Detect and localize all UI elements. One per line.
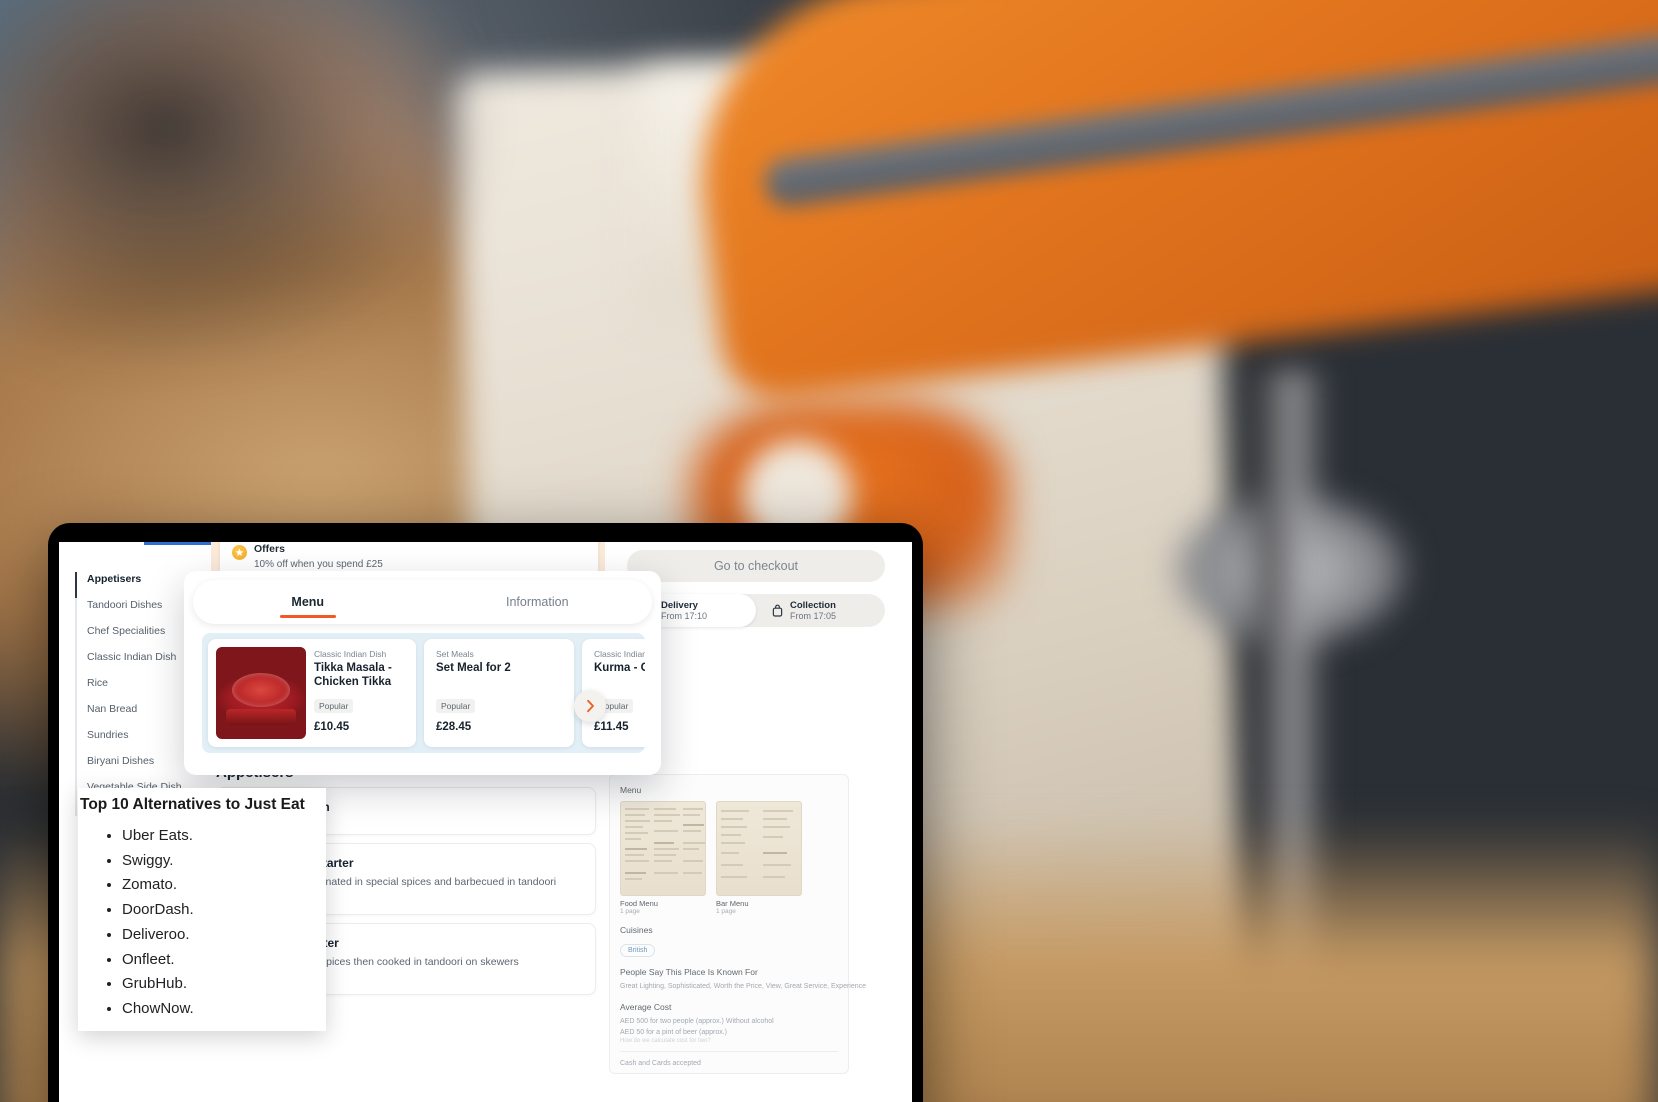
snippet-title: Top 10 Alternatives to Just Eat <box>80 796 305 813</box>
menu-card-tabs[interactable]: Menu Information <box>193 580 652 624</box>
cuisine-chip-british[interactable]: British <box>620 944 656 957</box>
info-heading-cuisines: Cuisines <box>620 925 653 935</box>
item-badge: Popular <box>314 699 354 713</box>
go-to-checkout-button[interactable]: Go to checkout <box>627 550 885 582</box>
bar-menu-page-image <box>716 801 802 896</box>
tab-label: Information <box>505 595 569 609</box>
tab-information[interactable]: Information <box>423 580 653 624</box>
list-item[interactable]: Deliveroo. <box>122 923 194 948</box>
collection-label: Collection <box>790 599 836 611</box>
collection-time: From 17:05 <box>790 610 837 621</box>
item-price: £11.45 <box>594 721 629 733</box>
tab-menu[interactable]: Menu <box>193 580 423 624</box>
item-category: Classic Indian Dish <box>594 649 645 659</box>
restaurant-info-panel: Menu Food Menu 1 page Bar Menu 1 page Cu… <box>609 774 867 1074</box>
menu-thumb-food[interactable]: Food Menu 1 page <box>620 801 706 915</box>
carousel-next-button[interactable] <box>574 690 606 722</box>
food-menu-page-image <box>620 801 706 896</box>
bar-menu-pages: 1 page <box>716 908 736 915</box>
list-item[interactable]: ChowNow. <box>122 997 194 1022</box>
average-cost-two-people: AED 500 for two people (approx.) Without… <box>620 1018 774 1025</box>
list-item[interactable]: Onfleet. <box>122 948 194 973</box>
delivery-label: Delivery <box>661 599 698 611</box>
menu-thumbnails[interactable]: Food Menu 1 page Bar Menu 1 page <box>620 801 838 915</box>
food-menu-caption: Food Menu <box>620 899 658 908</box>
item-price: £10.45 <box>314 721 350 733</box>
list-item[interactable]: GrubHub. <box>122 972 194 997</box>
screenshot-root: Offers 10% off when you spend £25 Go to … <box>0 0 1658 1102</box>
item-price: £28.45 <box>436 721 472 733</box>
item-name: Tikka Masala - Chicken Tikka <box>314 662 392 688</box>
sidebar-item-label: Nan Bread <box>87 703 138 715</box>
collection-option[interactable]: Collection From 17:05 <box>756 594 885 627</box>
list-item[interactable]: Swiggy. <box>122 849 194 874</box>
item-name: Set Meal for 2 <box>436 662 511 674</box>
sidebar-item-label: Biryani Dishes <box>87 755 155 767</box>
known-for-values: Great Lighting, Sophisticated, Worth the… <box>620 983 867 990</box>
sidebar-item-label: Chef Specialities <box>87 625 166 637</box>
dish-thumbnail <box>216 647 306 739</box>
tab-label: Menu <box>291 595 325 609</box>
popular-item-tikka-masala[interactable]: Classic Indian Dish Tikka Masala - Chick… <box>208 639 416 747</box>
payment-methods: Cash and Cards accepted <box>620 1051 838 1069</box>
popular-item-set-meal-for-2[interactable]: Set Meals Set Meal for 2 Popular £28.45 <box>424 639 574 747</box>
bag-icon <box>770 604 784 618</box>
sidebar-item-label: Appetisers <box>87 573 142 585</box>
sidebar-item-label: Tandoori Dishes <box>87 599 163 611</box>
info-heading-average-cost: Average Cost <box>620 1002 672 1012</box>
item-category: Set Meals <box>436 649 474 659</box>
list-item[interactable]: DoorDash. <box>122 898 194 923</box>
alternatives-snippet-panel: Top 10 Alternatives to Just Eat Uber Eat… <box>78 788 326 1031</box>
info-heading-known-for: People Say This Place Is Known For <box>620 967 758 977</box>
cost-calculation-link[interactable]: How do we calculate cost for two? <box>620 1038 838 1044</box>
sidebar-item-label: Classic Indian Dish <box>87 651 177 663</box>
item-category: Classic Indian Dish <box>314 649 387 659</box>
fulfilment-toggle[interactable]: Delivery From 17:10 Collection From 17:0… <box>627 594 885 627</box>
alternatives-list: Uber Eats. Swiggy. Zomato. DoorDash. Del… <box>100 824 194 1022</box>
average-cost-beer: AED 50 for a pint of beer (approx.) <box>620 1029 727 1036</box>
menu-information-card: Menu Information Classic Indian Dish Tik… <box>184 571 661 775</box>
bar-menu-caption: Bar Menu <box>716 899 749 908</box>
item-name: Kurma - Chicken <box>594 662 645 674</box>
offers-subtitle: 10% off when you spend £25 <box>254 559 383 570</box>
food-menu-pages: 1 page <box>620 908 640 915</box>
list-item[interactable]: Zomato. <box>122 873 194 898</box>
sidebar-item-label: Rice <box>87 677 109 689</box>
offers-title: Offers <box>254 543 285 555</box>
list-item[interactable]: Uber Eats. <box>122 824 194 849</box>
item-badge: Popular <box>436 699 476 713</box>
offer-star-icon <box>232 545 247 560</box>
info-heading-menu: Menu <box>620 785 642 795</box>
delivery-time: From 17:10 <box>661 610 708 621</box>
menu-thumb-bar[interactable]: Bar Menu 1 page <box>716 801 802 915</box>
sidebar-item-label: Sundries <box>87 729 129 741</box>
